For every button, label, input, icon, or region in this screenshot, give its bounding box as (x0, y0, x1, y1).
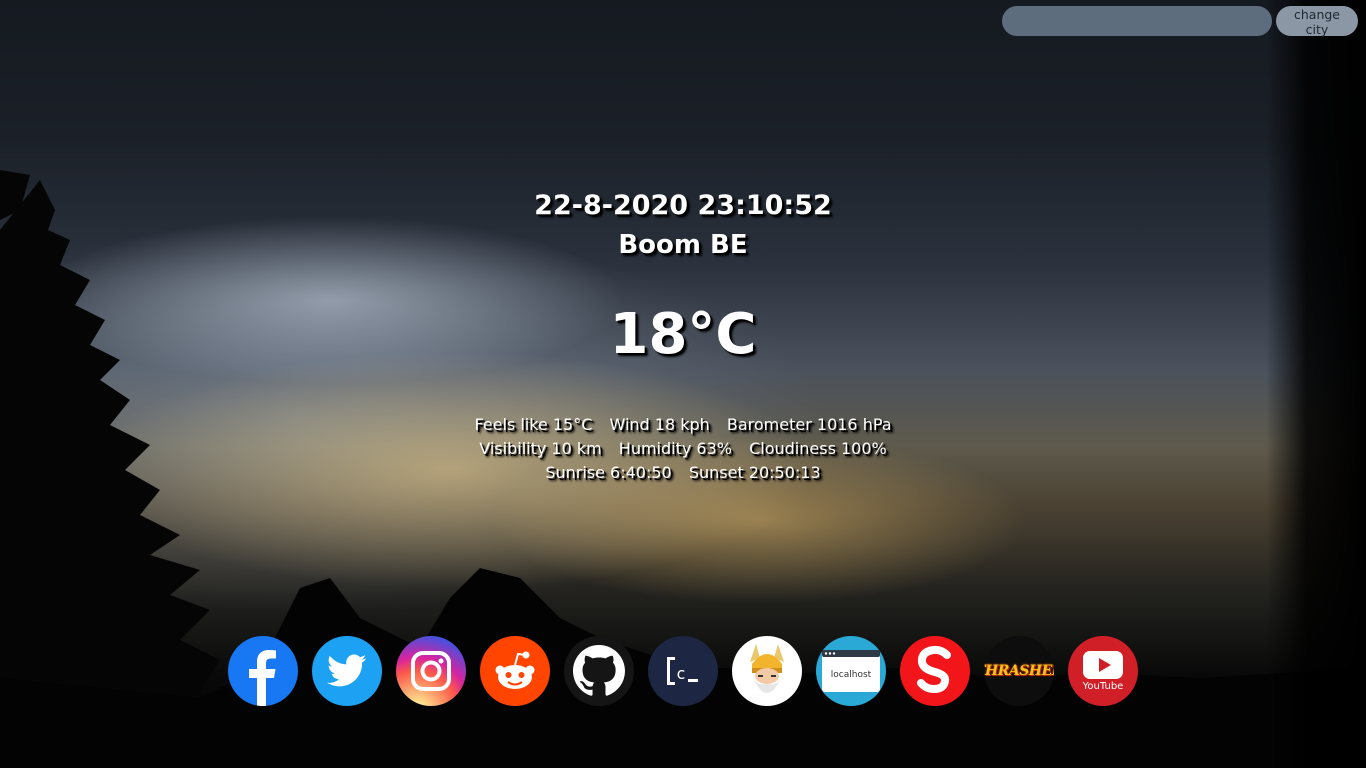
datetime-text: 22-8-2020 23:10:52 (534, 190, 832, 221)
sunrise: Sunrise 6:40:50 (545, 463, 672, 482)
youtube-icon[interactable]: YouTube (1068, 636, 1138, 706)
thrasher-icon[interactable]: THRASHER (984, 636, 1054, 706)
city-name: Boom BE (618, 230, 748, 260)
youtube-label: YouTube (1082, 680, 1124, 692)
thrasher-label: THRASHER (984, 663, 1054, 679)
twitter-icon[interactable] (312, 636, 382, 706)
city-search-bar: change city (1002, 6, 1358, 37)
dark-edge-overlay (1266, 0, 1366, 768)
humidity: Humidity 63% (618, 439, 732, 458)
city-search-input[interactable] (1002, 6, 1272, 36)
details-row-2: Visibility 10 km Humidity 63% Cloudiness… (0, 437, 1366, 461)
instagram-icon[interactable] (396, 636, 466, 706)
barometer: Barometer 1016 hPa (726, 415, 892, 434)
details-row-1: Feels like 15°C Wind 18 kph Barometer 10… (0, 413, 1366, 437)
github-icon[interactable] (564, 636, 634, 706)
visibility: Visibility 10 km (479, 439, 602, 458)
facebook-icon[interactable] (228, 636, 298, 706)
shortcut-bar: c localhost THRASHER (228, 636, 1138, 706)
weather-details: Feels like 15°C Wind 18 kph Barometer 10… (0, 413, 1366, 485)
s-app-icon[interactable] (900, 636, 970, 706)
temperature: 18°C (609, 302, 757, 367)
odin-icon[interactable] (732, 636, 802, 706)
svg-text:c: c (676, 664, 686, 683)
sunset: Sunset 20:50:13 (688, 463, 821, 482)
reddit-icon[interactable] (480, 636, 550, 706)
wind: Wind 18 kph (609, 415, 710, 434)
change-city-button[interactable]: change city (1276, 6, 1358, 37)
feels-like: Feels like 15°C (474, 415, 593, 434)
cloudiness: Cloudiness 100% (749, 439, 887, 458)
details-row-3: Sunrise 6:40:50 Sunset 20:50:13 (0, 461, 1366, 485)
localhost-label: localhost (830, 670, 872, 680)
localhost-icon[interactable]: localhost (816, 636, 886, 706)
codeanywhere-icon[interactable]: c (648, 636, 718, 706)
